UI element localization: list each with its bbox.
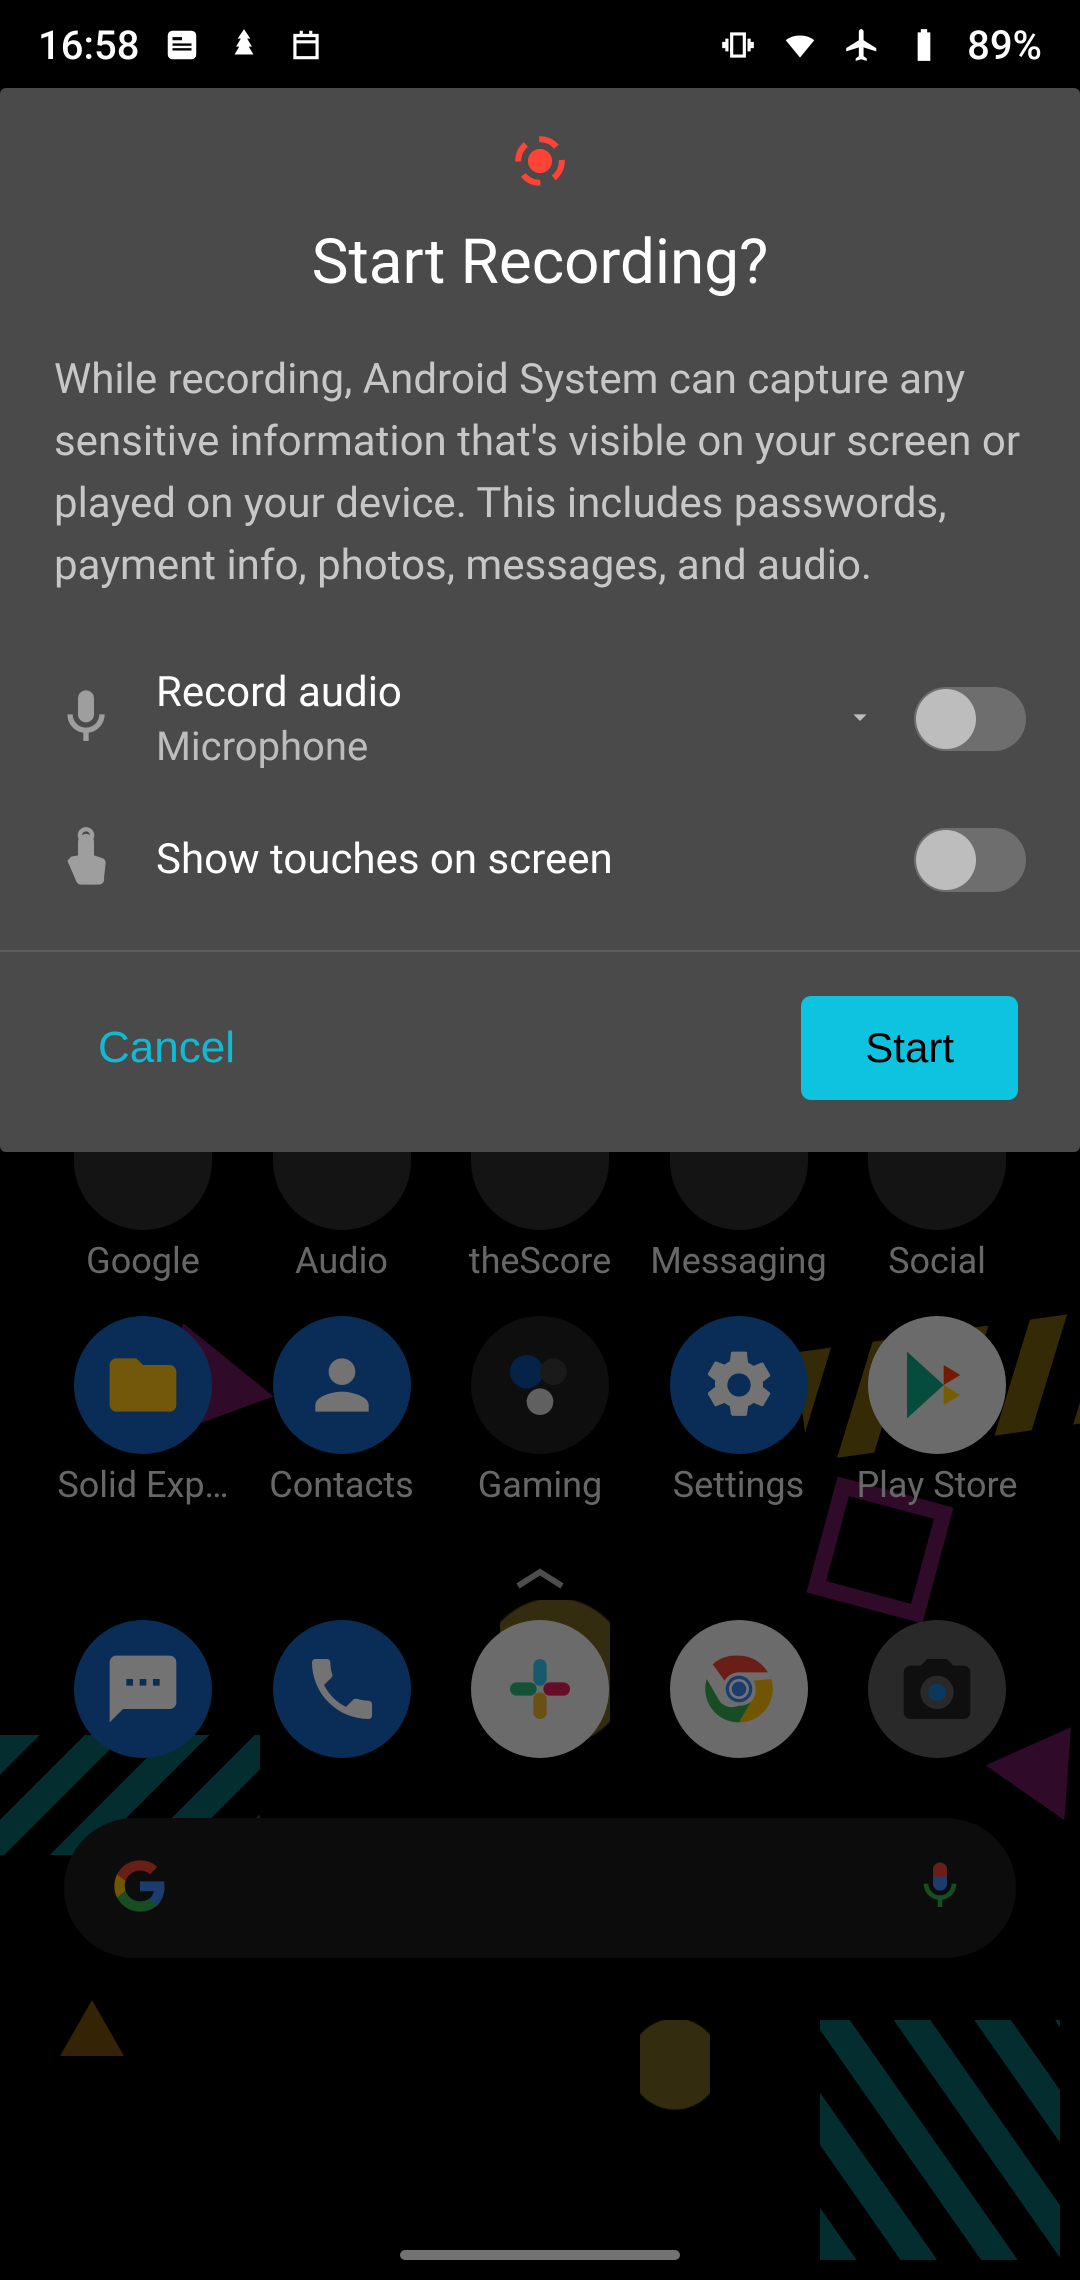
microphone-icon (54, 685, 118, 753)
record-audio-title: Record audio (156, 668, 806, 717)
airplane-mode-icon (843, 26, 881, 64)
show-touches-title: Show touches on screen (156, 835, 876, 884)
battery-icon (905, 26, 943, 64)
cancel-button[interactable]: Cancel (62, 1003, 271, 1093)
show-touches-row: Show touches on screen (0, 826, 1080, 894)
start-button[interactable]: Start (801, 996, 1018, 1100)
dialog-actions: Cancel Start (0, 952, 1080, 1152)
dialog-title: Start Recording? (0, 226, 1080, 299)
record-audio-toggle[interactable] (914, 687, 1026, 751)
vibrate-icon (719, 26, 757, 64)
tree-icon (225, 26, 263, 64)
dialog-body: While recording, Android System can capt… (0, 349, 1080, 598)
record-audio-select[interactable]: Record audio Microphone (156, 668, 806, 770)
show-touches-toggle[interactable] (914, 828, 1026, 892)
calendar-icon (287, 26, 325, 64)
news-icon (163, 26, 201, 64)
battery-percent: 89% (967, 22, 1042, 69)
wifi-icon (781, 26, 819, 64)
record-audio-row: Record audio Microphone (0, 668, 1080, 770)
record-audio-source: Microphone (156, 723, 806, 770)
record-icon (0, 132, 1080, 190)
chevron-down-icon[interactable] (844, 701, 876, 737)
touch-icon (54, 826, 118, 894)
screen-record-dialog: Start Recording? While recording, Androi… (0, 88, 1080, 1152)
status-time: 16:58 (38, 22, 139, 69)
status-bar: 16:58 89% (0, 0, 1080, 90)
